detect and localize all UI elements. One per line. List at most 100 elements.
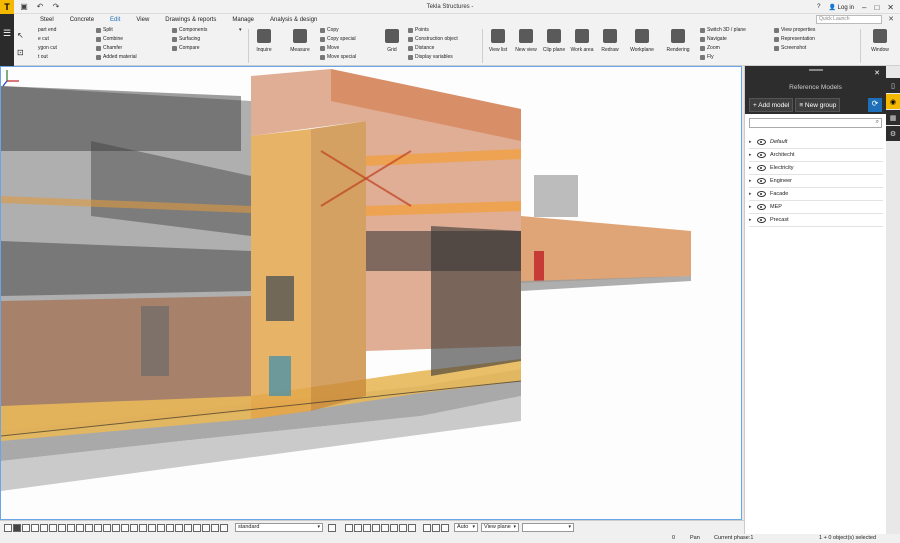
expand-icon[interactable]: ▸ <box>749 217 757 223</box>
select-reference-icon[interactable] <box>94 523 102 532</box>
visibility-eye-icon[interactable] <box>757 178 766 184</box>
select-parts-icon[interactable] <box>13 523 21 532</box>
new-group-button[interactable]: ≡ New group <box>795 98 841 112</box>
select-filter-icon[interactable] <box>211 523 219 532</box>
model-row-facade[interactable]: ▸ Facade <box>749 188 883 201</box>
ribbon-components[interactable]: Components <box>172 27 207 33</box>
select-views-icon[interactable] <box>76 523 84 532</box>
visibility-eye-icon[interactable] <box>757 139 766 145</box>
quick-launch-input[interactable]: Quick Launch <box>816 15 882 24</box>
visibility-eye-icon[interactable] <box>757 191 766 197</box>
refresh-icon[interactable]: ⟳ <box>868 98 882 112</box>
login-link[interactable]: 👤 Log in <box>829 4 855 11</box>
select-boxes-icon[interactable] <box>193 523 201 532</box>
snap-perpendicular-icon[interactable] <box>408 523 416 532</box>
ribbon-part-end[interactable]: part end <box>38 27 56 33</box>
ribbon-distance[interactable]: Distance <box>408 45 434 51</box>
ribbon-cut-out[interactable]: t out <box>38 54 48 60</box>
select-nested-icon[interactable] <box>121 523 129 532</box>
select-planes-icon[interactable] <box>85 523 93 532</box>
measure-button[interactable]: Measure <box>286 29 314 53</box>
help-icon[interactable]: ? <box>817 4 820 10</box>
select-bolts-icon[interactable] <box>40 523 48 532</box>
expand-icon[interactable]: ▸ <box>749 139 757 145</box>
expand-icon[interactable]: ▸ <box>749 165 757 171</box>
reference-models-tab-icon[interactable]: ◉ <box>886 94 900 109</box>
work-area-button[interactable]: Work area <box>568 29 596 53</box>
ribbon-construction-object[interactable]: Construction object <box>408 36 458 42</box>
visibility-eye-icon[interactable] <box>757 165 766 171</box>
undo-icon[interactable]: ↶ <box>34 1 46 13</box>
ribbon-representation[interactable]: Representation <box>774 36 815 42</box>
redraw-button[interactable]: Redraw <box>596 29 624 53</box>
ribbon-added-material[interactable]: Added material <box>96 54 137 60</box>
select-pours-icon[interactable] <box>148 523 156 532</box>
ribbon-screenshot[interactable]: Screenshot <box>774 45 806 51</box>
snap-edge-icon[interactable] <box>441 523 449 532</box>
select-assemblies-icon[interactable] <box>103 523 111 532</box>
new-view-button[interactable]: New view <box>512 29 540 53</box>
settings-tab-icon[interactable]: ⚙ <box>886 126 900 141</box>
close-button[interactable]: ✕ <box>887 3 894 12</box>
select-components-icon[interactable] <box>22 523 30 532</box>
select-groups-icon[interactable] <box>130 523 138 532</box>
expand-icon[interactable]: ▸ <box>749 191 757 197</box>
snap-depth-dropdown[interactable]: Auto <box>454 523 478 532</box>
ribbon-copy-special[interactable]: Copy special <box>320 36 356 42</box>
clip-plane-button[interactable]: Clip plane <box>540 29 568 53</box>
tab-analysis-design[interactable]: Analysis & design <box>262 17 325 23</box>
ribbon-close-icon[interactable]: ✕ <box>888 15 894 23</box>
panel-drag-handle[interactable] <box>809 69 823 71</box>
minimize-button[interactable]: – <box>862 3 866 12</box>
select-arrow-icon[interactable]: ↖ <box>17 31 24 40</box>
ribbon-switch-3d-plane[interactable]: Switch 3D / plane <box>700 27 746 33</box>
snap-tool-icon[interactable]: ⊡ <box>17 48 24 57</box>
snap-points-icon[interactable] <box>363 523 371 532</box>
ribbon-combine[interactable]: Combine <box>96 36 123 42</box>
select-loads-icon[interactable] <box>175 523 183 532</box>
visibility-eye-icon[interactable] <box>757 152 766 158</box>
tab-drawings-reports[interactable]: Drawings & reports <box>157 17 224 23</box>
select-grids-icon[interactable] <box>67 523 75 532</box>
ribbon-move[interactable]: Move <box>320 45 339 51</box>
select-all-icon[interactable] <box>4 523 12 532</box>
expand-icon[interactable]: ▸ <box>749 178 757 184</box>
model-row-electricity[interactable]: ▸ Electricity <box>749 162 883 175</box>
model-search-input[interactable]: ⌕ <box>749 118 882 128</box>
ribbon-surfacing[interactable]: Surfacing <box>172 36 200 42</box>
visibility-eye-icon[interactable] <box>757 204 766 210</box>
select-rebars-icon[interactable] <box>157 523 165 532</box>
workplane-button[interactable]: Workplane <box>628 29 656 53</box>
snap-reference-icon[interactable] <box>345 523 353 532</box>
model-row-precast[interactable]: ▸ Precast <box>749 214 883 227</box>
tab-concrete[interactable]: Concrete <box>62 17 102 23</box>
ribbon-points[interactable]: Points <box>408 27 429 33</box>
select-objects-icon[interactable] <box>112 523 120 532</box>
expand-icon[interactable]: ▸ <box>749 204 757 210</box>
save-icon[interactable]: ▣ <box>18 1 30 13</box>
ribbon-move-special[interactable]: Move special <box>320 54 356 60</box>
add-model-button[interactable]: + Add model <box>749 98 794 112</box>
ribbon-display-variables[interactable]: Display variables <box>408 54 453 60</box>
visibility-eye-icon[interactable] <box>757 217 766 223</box>
panel-close-icon[interactable]: ✕ <box>874 69 880 77</box>
snap-geometry-icon[interactable] <box>354 523 362 532</box>
model-row-mep[interactable]: ▸ MEP <box>749 201 883 214</box>
model-viewport[interactable] <box>0 66 742 520</box>
select-tasks-icon[interactable] <box>184 523 192 532</box>
model-row-engineer[interactable]: ▸ Engineer <box>749 175 883 188</box>
maximize-button[interactable]: □ <box>874 3 879 12</box>
snap-end-icon[interactable] <box>372 523 380 532</box>
ribbon-navigate[interactable]: Navigate <box>700 36 727 42</box>
tab-steel[interactable]: Steel <box>32 17 62 23</box>
select-cuts-icon[interactable] <box>49 523 57 532</box>
plane-dropdown[interactable]: View plane <box>481 523 519 532</box>
select-override-icon[interactable] <box>220 523 228 532</box>
tab-view[interactable]: View <box>128 17 157 23</box>
snap-center-icon[interactable] <box>381 523 389 532</box>
extra-dropdown[interactable] <box>522 523 574 532</box>
redo-icon[interactable]: ↷ <box>50 1 62 13</box>
snap-intersection-icon[interactable] <box>399 523 407 532</box>
rendering-button[interactable]: Rendering <box>664 29 692 53</box>
snap-midpoint-icon[interactable] <box>390 523 398 532</box>
